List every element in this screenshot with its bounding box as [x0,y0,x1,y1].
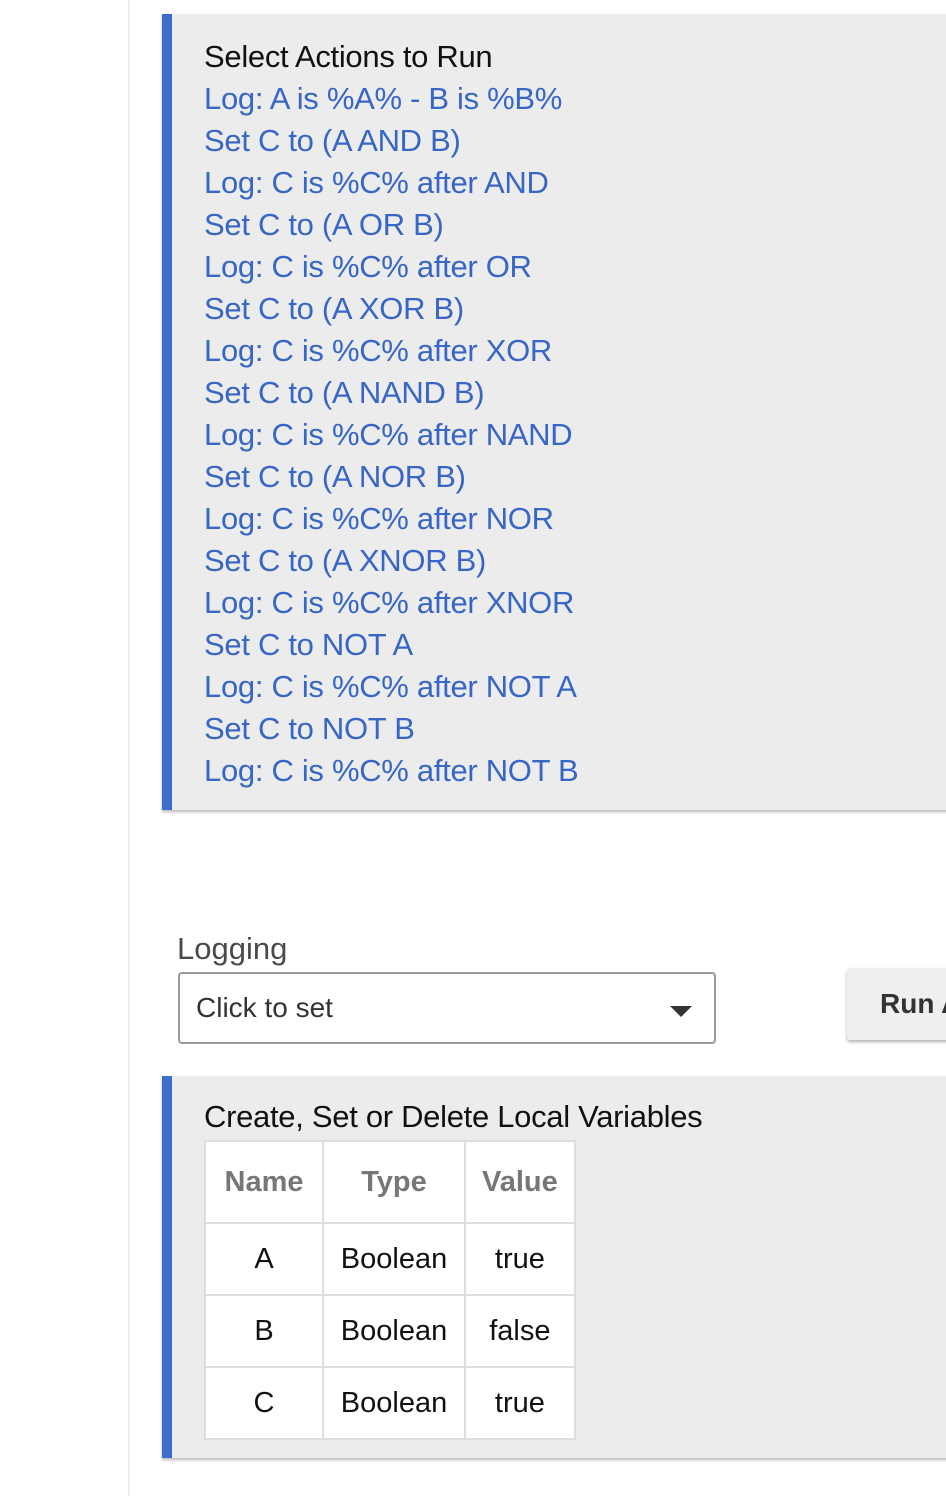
action-link[interactable]: Log: C is %C% after NOT B [204,750,946,792]
table-row[interactable]: A Boolean true [204,1222,576,1296]
cell-value: false [464,1294,576,1368]
action-link[interactable]: Log: A is %A% - B is %B% [204,78,946,120]
logging-select[interactable]: Click to set [178,972,716,1044]
action-link[interactable]: Set C to (A XNOR B) [204,540,946,582]
cell-type: Boolean [322,1366,466,1440]
run-actions-button[interactable]: Run A [847,968,946,1040]
left-sidebar-rail [0,0,130,1496]
table-row[interactable]: C Boolean true [204,1366,576,1440]
cell-name: B [204,1294,324,1368]
cell-value: true [464,1366,576,1440]
action-link[interactable]: Set C to (A XOR B) [204,288,946,330]
action-link[interactable]: Log: C is %C% after NAND [204,414,946,456]
cell-name: C [204,1366,324,1440]
column-header-value[interactable]: Value [464,1140,576,1224]
action-link[interactable]: Log: C is %C% after AND [204,162,946,204]
table-row[interactable]: B Boolean false [204,1294,576,1368]
cell-value: true [464,1222,576,1296]
table-header-row: Name Type Value [204,1140,576,1224]
chevron-down-icon [670,1006,692,1017]
cell-type: Boolean [322,1222,466,1296]
cell-type: Boolean [322,1294,466,1368]
cell-name: A [204,1222,324,1296]
action-link[interactable]: Set C to NOT B [204,708,946,750]
action-link[interactable]: Set C to (A AND B) [204,120,946,162]
action-link[interactable]: Log: C is %C% after NOT A [204,666,946,708]
actions-card-title: Select Actions to Run [204,39,493,74]
action-link[interactable]: Log: C is %C% after XOR [204,330,946,372]
action-link[interactable]: Log: C is %C% after XNOR [204,582,946,624]
actions-card: Select Actions to Run Log: A is %A% - B … [162,14,946,810]
action-link[interactable]: Set C to (A OR B) [204,204,946,246]
page: Select Actions to Run Log: A is %A% - B … [0,0,946,1496]
action-link[interactable]: Set C to NOT A [204,624,946,666]
local-variables-table: Name Type Value A Boolean true B Boolean… [204,1140,576,1440]
local-variables-card: Create, Set or Delete Local Variables Na… [162,1076,946,1458]
action-link[interactable]: Set C to (A NAND B) [204,372,946,414]
column-header-type[interactable]: Type [322,1140,466,1224]
logging-select-value: Click to set [196,992,333,1023]
logging-label: Logging [177,931,288,966]
action-list: Log: A is %A% - B is %B% Set C to (A AND… [204,78,946,792]
action-link[interactable]: Log: C is %C% after NOR [204,498,946,540]
action-link[interactable]: Log: C is %C% after OR [204,246,946,288]
action-link[interactable]: Set C to (A NOR B) [204,456,946,498]
local-variables-card-title: Create, Set or Delete Local Variables [204,1099,703,1134]
column-header-name[interactable]: Name [204,1140,324,1224]
